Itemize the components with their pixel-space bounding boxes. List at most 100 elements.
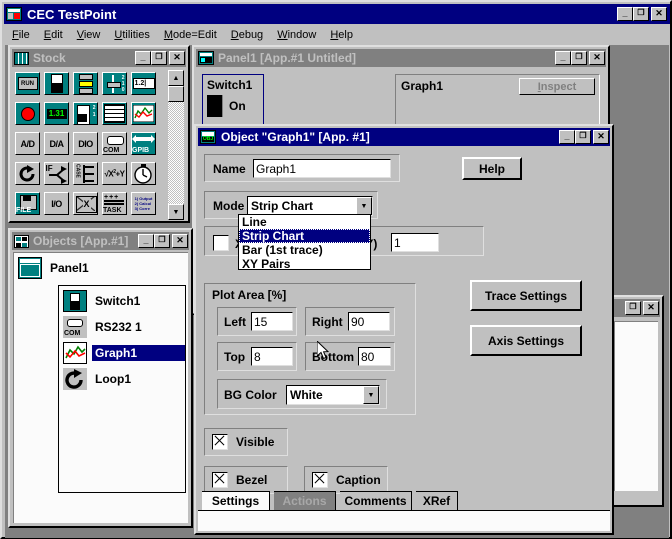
timer-tool[interactable] xyxy=(131,162,156,185)
menu-item-file[interactable]: FFileile xyxy=(5,28,37,42)
list-item[interactable]: Graph1 xyxy=(59,340,185,366)
stock-maximize-button[interactable]: ❐ xyxy=(151,51,167,65)
list-item[interactable]: Switch1 xyxy=(59,288,185,314)
palette-cell[interactable] xyxy=(130,100,159,130)
run-button-tool[interactable]: RUN xyxy=(15,72,40,95)
da-output-tool[interactable]: D/A xyxy=(44,132,69,155)
mode-dropdown-list[interactable]: Line Strip Chart Bar (1st trace) XY Pair… xyxy=(238,214,371,271)
palette-cell[interactable]: FILE xyxy=(14,190,43,220)
tab-settings[interactable]: Settings xyxy=(202,491,270,510)
app-close-button[interactable]: ✕ xyxy=(651,7,667,21)
math-tool[interactable]: √X2+Y xyxy=(102,162,127,185)
visible-group[interactable]: Visible xyxy=(204,428,288,456)
palette-cell[interactable]: A/D xyxy=(14,130,43,160)
menu-item-edit[interactable]: Edit xyxy=(37,28,70,42)
dialog-maximize-button[interactable]: ❐ xyxy=(575,130,591,144)
palette-cell[interactable]: D/A xyxy=(43,130,72,160)
palette-cell[interactable]: I/O xyxy=(43,190,72,220)
inspect-button[interactable]: Inspect xyxy=(519,78,595,95)
dio-tool[interactable]: DIO xyxy=(73,132,98,155)
top-input[interactable]: 8 xyxy=(251,347,293,366)
task-tool[interactable]: +++ TASK xyxy=(102,192,127,215)
file-tool[interactable]: FILE xyxy=(15,192,40,215)
palette-cell[interactable] xyxy=(43,70,72,100)
visible-checkbox[interactable] xyxy=(212,434,228,450)
chevron-down-icon[interactable]: ▼ xyxy=(363,386,379,404)
switch-tool[interactable] xyxy=(44,72,69,95)
bg-color-combo[interactable]: White ▼ xyxy=(286,385,380,405)
palette-cell[interactable]: COM xyxy=(101,130,130,160)
axis-settings-button[interactable]: Axis Settings xyxy=(470,325,582,356)
loop-tool[interactable] xyxy=(15,162,40,185)
slider-tool[interactable]: 2 1 0 xyxy=(102,72,127,95)
objects-close-button[interactable]: ✕ xyxy=(172,234,188,248)
app-minimize-button[interactable]: _ xyxy=(617,7,633,21)
palette-cell[interactable]: DIO xyxy=(72,130,101,160)
app-titlebar[interactable]: CEC TestPoint _ ❐ ✕ xyxy=(4,4,670,24)
background-window[interactable]: ❐ ✕ xyxy=(608,295,664,507)
palette-cell[interactable]: 2 1 xyxy=(72,100,101,130)
palette-cell[interactable]: 2 1 0 xyxy=(101,70,130,100)
scrollbar-track[interactable] xyxy=(168,86,184,204)
menu-item-help[interactable]: Help xyxy=(323,28,360,42)
tab-actions[interactable]: Actions xyxy=(274,491,336,510)
bottom-input[interactable]: 80 xyxy=(358,347,391,366)
name-input[interactable]: Graph1 xyxy=(253,159,391,178)
stock-titlebar[interactable]: Stock _ ❐ ✕ xyxy=(12,49,186,67)
scroll-down-button[interactable]: ▼ xyxy=(168,204,184,220)
panel1-titlebar[interactable]: Panel1 [App.#1 Untitled] _ ❐ ✕ xyxy=(196,49,606,67)
variable-tool[interactable]: X xyxy=(73,192,98,215)
case-tool[interactable]: CASE xyxy=(73,162,98,185)
objects-maximize-button[interactable]: ❐ xyxy=(154,234,170,248)
palette-cell[interactable]: IF xyxy=(43,160,72,190)
panel1-maximize-button[interactable]: ❐ xyxy=(571,51,587,65)
stock-scrollbar[interactable]: ▲ ▼ xyxy=(168,70,184,220)
menu-item-view[interactable]: View xyxy=(70,28,108,42)
palette-cell[interactable] xyxy=(130,160,159,190)
palette-cell[interactable] xyxy=(101,100,130,130)
objects-titlebar[interactable]: Objects [App.#1] _ ❐ ✕ xyxy=(12,232,189,250)
dialog-minimize-button[interactable]: _ xyxy=(559,130,575,144)
palette-cell[interactable]: 1.2| xyxy=(130,70,159,100)
mode-option-strip-chart[interactable]: Strip Chart xyxy=(239,229,370,243)
caption-checkbox[interactable] xyxy=(312,472,328,488)
tab-comments[interactable]: Comments xyxy=(340,491,412,510)
com-port-tool[interactable]: COM xyxy=(102,132,127,155)
graph-tool[interactable] xyxy=(131,102,156,125)
palette-cell[interactable]: X xyxy=(72,190,101,220)
trace-settings-button[interactable]: Trace Settings xyxy=(470,280,582,311)
background-close-button[interactable]: ✕ xyxy=(643,301,659,315)
xstep-checkbox[interactable] xyxy=(213,235,229,251)
stock-minimize-button[interactable]: _ xyxy=(135,51,151,65)
dialog-close-button[interactable]: ✕ xyxy=(593,130,609,144)
mode-combo[interactable]: Strip Chart ▼ xyxy=(247,196,373,216)
numeric-entry-tool[interactable]: 1.2| xyxy=(131,72,156,95)
menu-item-mode[interactable]: Mode=Edit xyxy=(157,28,224,42)
menu-item-utilities[interactable]: Utilities xyxy=(107,28,156,42)
table-tool[interactable] xyxy=(102,102,127,125)
palette-cell[interactable]: +++ TASK xyxy=(101,190,130,220)
selector-list-tool[interactable] xyxy=(73,72,98,95)
palette-cell[interactable]: 1.31 xyxy=(43,100,72,130)
stock-window[interactable]: Stock _ ❐ ✕ RUN 2 1 0 1.2| 1.31 2 1 A/D … xyxy=(8,45,190,223)
object-properties-dialog[interactable]: OBJ Object "Graph1" [App. #1] _ ❐ ✕ Name… xyxy=(194,124,614,535)
palette-cell[interactable] xyxy=(14,100,43,130)
palette-cell[interactable]: 1) Output 2) Calcul 3) Corre xyxy=(130,190,159,220)
if-branch-tool[interactable]: IF xyxy=(44,162,69,185)
list-item[interactable]: Loop1 xyxy=(59,366,185,392)
objects-window[interactable]: Objects [App.#1] _ ❐ ✕ Panel1 Switch1 CO… xyxy=(8,228,193,528)
background-window-titlebar[interactable]: ❐ ✕ xyxy=(612,299,660,317)
palette-cell[interactable]: CASE xyxy=(72,160,101,190)
io-tool[interactable]: I/O xyxy=(44,192,69,215)
objects-minimize-button[interactable]: _ xyxy=(138,234,154,248)
left-input[interactable]: 15 xyxy=(251,312,293,331)
sequence-tool[interactable]: 1) Output 2) Calcul 3) Corre xyxy=(131,192,156,215)
palette-cell[interactable] xyxy=(14,160,43,190)
bezel-checkbox[interactable] xyxy=(212,472,228,488)
list-item[interactable]: COM RS232 1 xyxy=(59,314,185,340)
menu-item-debug[interactable]: Debug xyxy=(224,28,270,42)
help-button[interactable]: Help xyxy=(462,157,522,180)
scrollbar-thumb[interactable] xyxy=(168,86,184,102)
menu-item-window[interactable]: Window xyxy=(270,28,323,42)
ad-input-tool[interactable]: A/D xyxy=(15,132,40,155)
